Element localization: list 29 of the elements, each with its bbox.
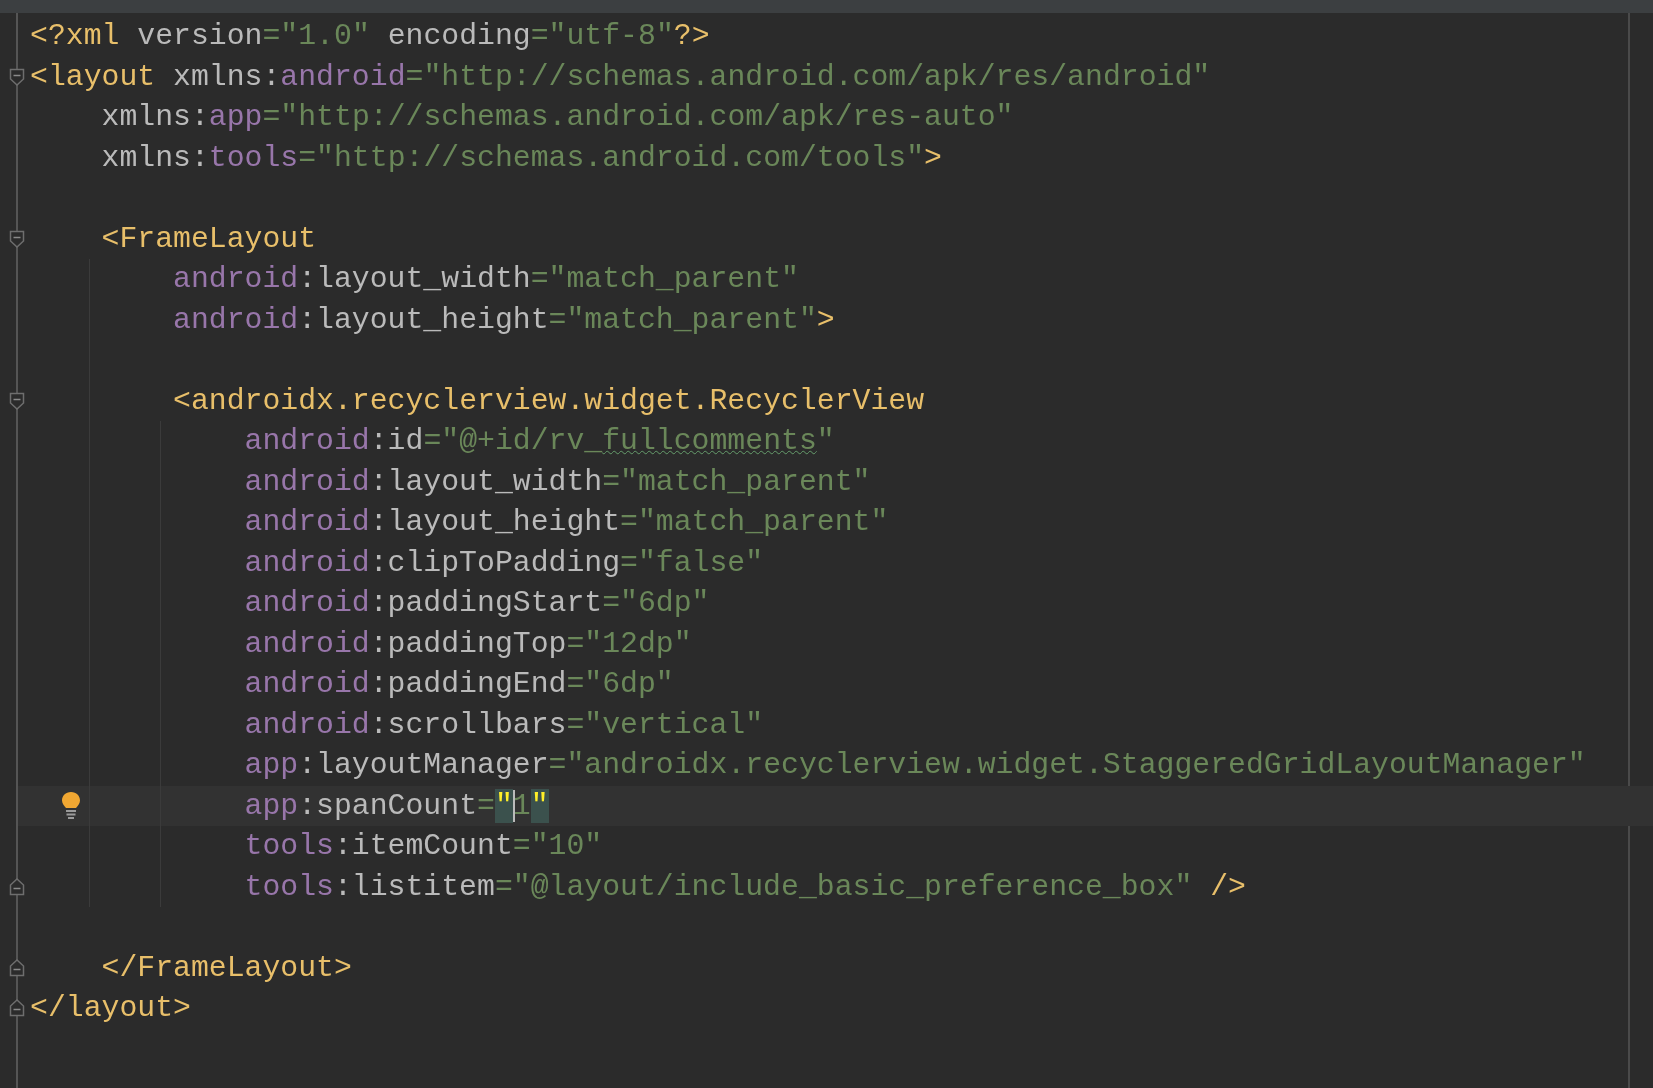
- code-line: android:clipToPadding="false": [244, 545, 764, 580]
- code-line: </layout>: [30, 991, 191, 1026]
- code-line: android:paddingTop="12dp": [244, 626, 692, 661]
- code-line: <?xml version="1.0" encoding="utf-8"?>: [30, 19, 710, 54]
- code-line: android:layout_height="match_parent">: [173, 302, 835, 337]
- code-line: android:scrollbars="vertical": [244, 707, 764, 742]
- fold-icon[interactable]: [9, 876, 25, 897]
- code-line: app:spanCount="1": [244, 788, 549, 823]
- code-line: app:layoutManager="androidx.recyclerview.widget.StaggeredGridLayoutManager": [244, 748, 1586, 783]
- code-line: xmlns:app="http://schemas.android.com/apk/res-auto": [101, 100, 1014, 135]
- code-line: android:layout_width="match_parent": [244, 464, 871, 499]
- fold-icon[interactable]: [9, 390, 25, 411]
- code-line: xmlns:tools="http://schemas.android.com/tools">: [101, 140, 942, 175]
- code-line: <FrameLayout: [101, 221, 317, 256]
- code-line: android:paddingEnd="6dp": [244, 667, 674, 702]
- lightbulb-icon[interactable]: [61, 790, 81, 819]
- fold-icon[interactable]: [9, 957, 25, 978]
- code-line: tools:itemCount="10": [244, 829, 603, 864]
- code-line: android:layout_width="match_parent": [173, 262, 799, 297]
- code-line: android:paddingStart="6dp": [244, 586, 710, 621]
- fold-icon[interactable]: [9, 66, 25, 87]
- code-line: </FrameLayout>: [101, 950, 352, 985]
- code-line: <layout xmlns:android="http://schemas.android.com/apk/res/android": [30, 59, 1211, 94]
- fold-icon[interactable]: [9, 998, 25, 1018]
- fold-icon[interactable]: [9, 228, 25, 249]
- code-line: <androidx.recyclerview.widget.RecyclerView: [173, 383, 925, 418]
- code-line: android:layout_height="match_parent": [244, 505, 889, 540]
- code-line: tools:listitem="@layout/include_basic_preference_box" />: [244, 869, 1246, 904]
- code-line: android:id="@+id/rv_fullcomments": [244, 424, 835, 459]
